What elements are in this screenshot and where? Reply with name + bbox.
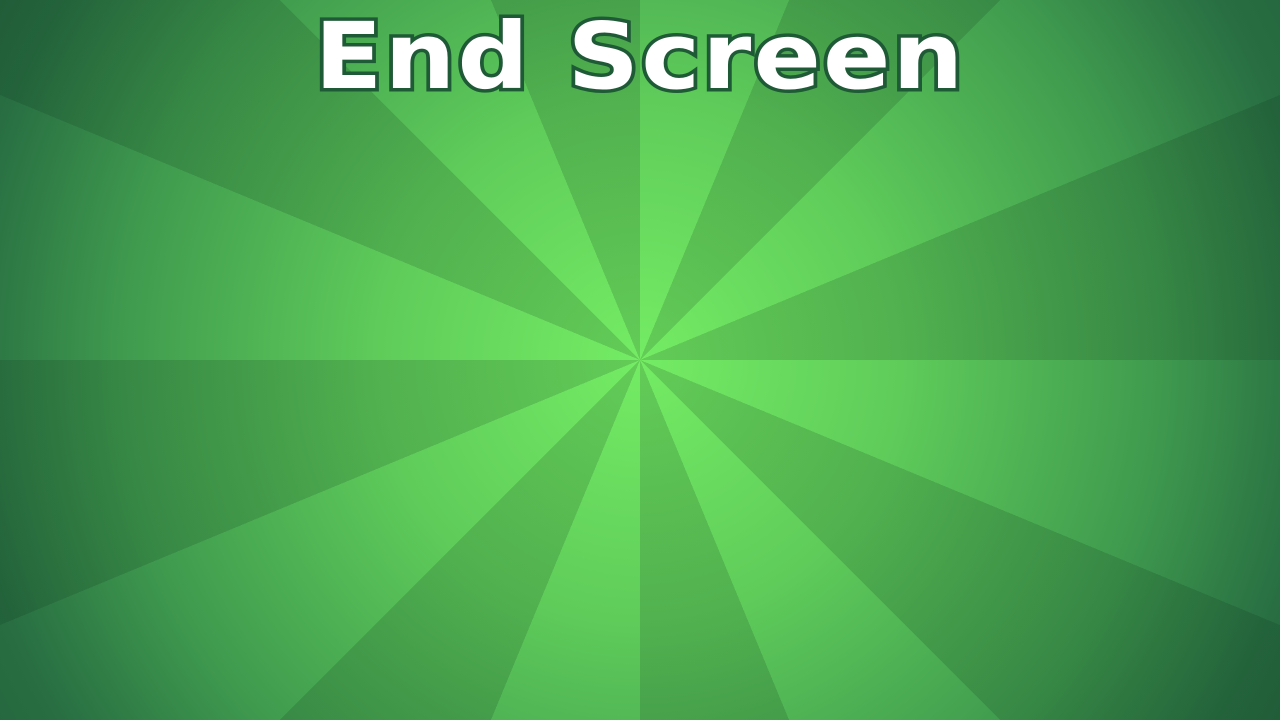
end-screen-title: End Screen (311, 0, 967, 114)
